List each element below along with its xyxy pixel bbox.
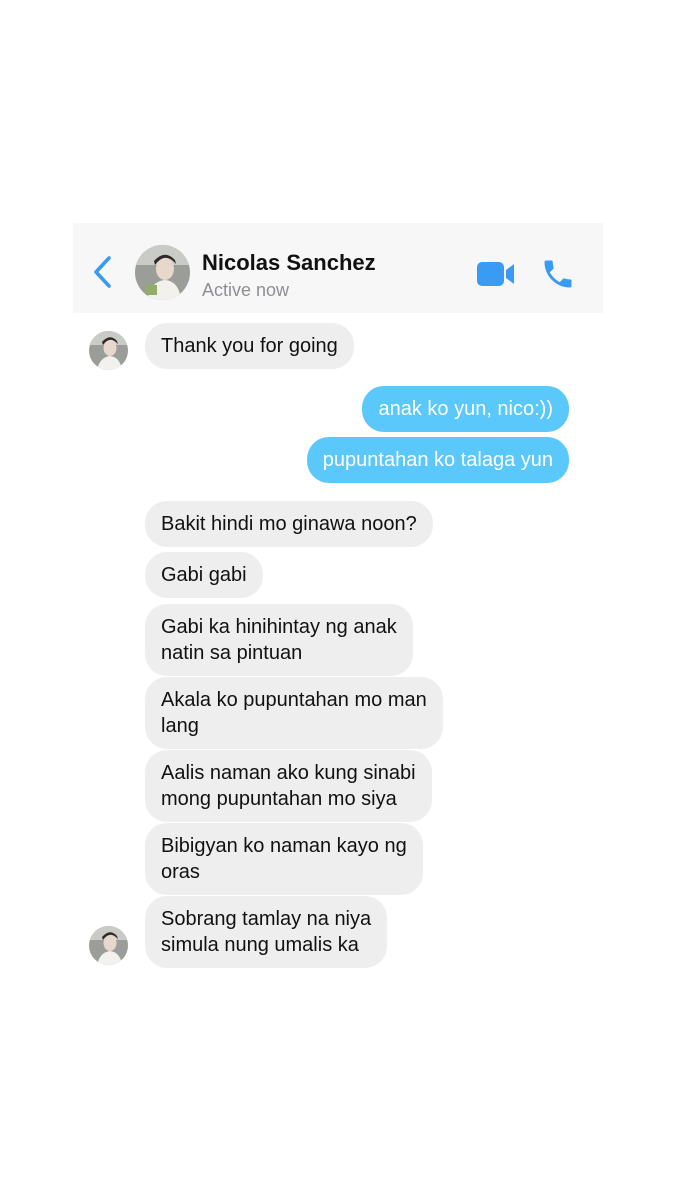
incoming-message[interactable]: Aalis naman ako kung sinabi mong pupunta… (145, 750, 432, 822)
message-line: Sobrang tamlay na niya (161, 908, 372, 930)
incoming-message[interactable]: Thank you for going (145, 323, 354, 369)
message-line: Akala ko pupuntahan mo man (161, 689, 427, 711)
message-line: mong pupuntahan mo siya (161, 788, 397, 810)
incoming-message[interactable]: Bibigyan ko naman kayo ng oras (145, 823, 423, 895)
incoming-message[interactable]: Gabi gabi (145, 552, 263, 598)
phone-icon (544, 260, 572, 288)
message-line: lang (161, 715, 199, 737)
sender-avatar[interactable] (89, 926, 128, 965)
contact-avatar[interactable] (135, 245, 190, 300)
incoming-message[interactable]: Bakit hindi mo ginawa noon? (145, 501, 433, 547)
active-status: Active now (202, 280, 290, 300)
chevron-left-icon (94, 256, 111, 288)
phone-call-button[interactable] (540, 256, 576, 292)
message-line: natin sa pintuan (161, 642, 303, 664)
incoming-message[interactable]: Gabi ka hinihintay ng anak natin sa pint… (145, 604, 413, 676)
outgoing-message[interactable]: anak ko yun, nico:)) (362, 386, 569, 432)
contact-name[interactable]: Nicolas Sanchez (202, 250, 376, 276)
back-button[interactable] (89, 255, 119, 289)
sender-avatar[interactable] (89, 331, 128, 370)
message-line: Bibigyan ko naman kayo ng (161, 835, 407, 857)
incoming-message[interactable]: Akala ko pupuntahan mo man lang (145, 677, 443, 749)
message-line: Gabi ka hinihintay ng anak (161, 616, 397, 638)
message-line: oras (161, 861, 200, 883)
incoming-message[interactable]: Sobrang tamlay na niya simula nung umali… (145, 896, 388, 968)
video-call-button[interactable] (476, 260, 516, 288)
chat-header: Nicolas Sanchez Active now (73, 223, 603, 313)
message-line: simula nung umalis ka (161, 934, 359, 956)
video-camera-icon (477, 262, 514, 286)
message-line: Aalis naman ako kung sinabi (161, 762, 416, 784)
outgoing-message[interactable]: pupuntahan ko talaga yun (306, 437, 569, 483)
